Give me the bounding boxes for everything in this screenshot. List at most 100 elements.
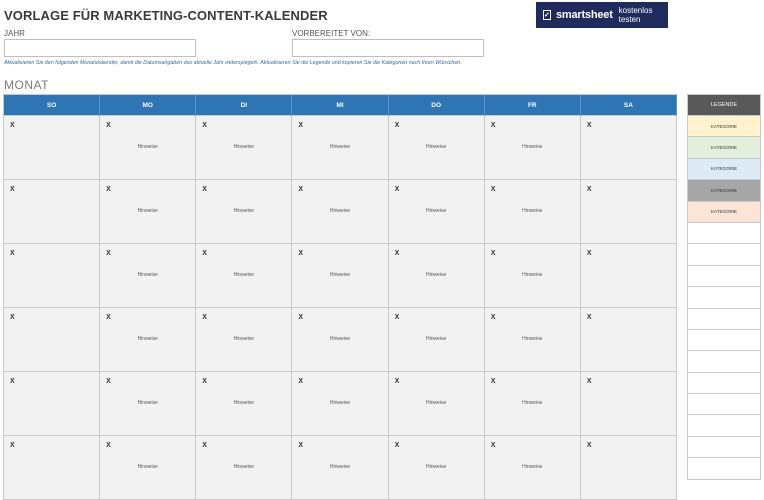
date-placeholder: X [106,378,111,385]
calendar-day-cell[interactable]: X Hinweise [100,372,197,436]
date-placeholder: X [490,250,496,257]
notes-label: Hinweise [522,336,543,342]
date-placeholder: X [10,122,15,129]
date-placeholder: X [586,122,592,129]
legend-category-item[interactable]: KATEGORIE [688,158,761,181]
calendar-day-cell[interactable]: X Hinweise [292,436,389,500]
calendar-week-row: X X Hinweise X Hinweise X Hinweise X Hinweise X Hi… [4,372,677,436]
notes-label: Hinweise [137,144,158,150]
date-placeholder: X [394,442,400,449]
calendar-day-cell[interactable]: X [4,436,101,500]
legend-empty-item[interactable] [688,222,761,245]
notes-label: Hinweise [522,400,543,406]
prepared-by-input[interactable] [292,39,484,57]
date-placeholder: X [490,378,496,385]
legend-empty-item[interactable] [688,308,761,330]
calendar-week-row: X X Hinweise X Hinweise X Hinweise X Hinweise X Hi… [4,244,677,308]
calendar-day-cell[interactable]: X Hinweise [292,308,389,372]
calendar-day-cell[interactable]: X Hinweise [484,116,581,180]
notes-label: Hinweise [522,208,543,214]
calendar-day-cell[interactable]: X Hinweise [196,372,293,436]
calendar-day-cell[interactable]: X Hinweise [292,372,389,436]
notes-label: Hinweise [233,272,254,278]
calendar-day-cell[interactable]: X Hinweise [484,244,581,308]
calendar-day-cell[interactable]: X Hinweise [292,116,389,180]
calendar-day-cell[interactable]: X [4,180,101,244]
notes-label: Hinweise [137,400,158,406]
legend-category-item[interactable]: KATEGORIE [688,201,761,223]
notes-label: Hinweise [233,336,254,342]
legend-empty-item[interactable] [688,372,761,395]
legend-empty-item[interactable] [688,458,761,480]
date-placeholder: X [298,186,304,193]
calendar-day-cell[interactable]: X Hinweise [196,436,293,500]
legend-empty-item[interactable] [688,329,761,352]
calendar-day-cell[interactable]: X Hinweise [100,116,197,180]
calendar-day-cell[interactable]: X [4,372,101,436]
calendar-day-cell[interactable]: X Hinweise [292,180,389,244]
calendar-grid: SO MO DI MI DO FR SA X X Hinweise X Hinweise X Hinwe… [3,94,677,500]
year-input[interactable] [4,39,196,57]
legend-empty-item[interactable] [688,436,761,459]
calendar-day-cell[interactable]: X [580,180,677,244]
notes-label: Hinweise [329,272,351,278]
legend-empty-item[interactable] [688,415,761,437]
calendar-day-cell[interactable]: X [4,308,101,372]
legend-empty-item[interactable] [688,394,761,416]
legend-title: LEGENDE [688,95,761,116]
notes-label: Hinweise [137,208,158,214]
legend-empty-item[interactable] [688,244,761,266]
calendar-day-cell[interactable]: X Hinweise [388,116,485,180]
prepared-by-label: VORBEREITET VON: [292,29,371,38]
calendar-day-cell[interactable]: X Hinweise [100,180,197,244]
legend-category-item[interactable]: KATEGORIE [688,137,761,159]
calendar-day-cell[interactable]: X [580,244,677,308]
date-placeholder: X [10,378,15,385]
date-placeholder: X [106,314,111,321]
calendar-day-cell[interactable]: X Hinweise [388,308,485,372]
notes-label: Hinweise [425,208,447,214]
calendar-day-cell[interactable]: X Hinweise [484,436,581,500]
day-header-do: DO [388,95,485,116]
calendar-week-row: X X Hinweise X Hinweise X Hinweise X Hinweise X Hi… [4,116,677,180]
calendar-day-cell[interactable]: X Hinweise [484,180,581,244]
calendar-day-cell[interactable]: X Hinweise [484,372,581,436]
calendar-day-cell[interactable]: X Hinweise [100,244,197,308]
notes-label: Hinweise [233,400,254,406]
instructions-text: Aktualisieren Sie den folgenden Monatska… [4,60,462,66]
calendar-day-cell[interactable]: X Hinweise [388,436,485,500]
calendar-day-cell[interactable]: X Hinweise [196,308,293,372]
calendar-day-cell[interactable]: X Hinweise [292,244,389,308]
calendar-day-cell[interactable]: X [4,116,101,180]
calendar-day-cell[interactable]: X Hinweise [100,436,197,500]
calendar-day-cell[interactable]: X [580,436,677,500]
legend-empty-item[interactable] [688,287,761,309]
date-placeholder: X [202,378,207,385]
legend-category-item[interactable]: KATEGORIE [688,116,761,138]
year-label: JAHR [4,29,25,38]
calendar-day-cell[interactable]: X Hinweise [196,244,293,308]
calendar-day-cell[interactable]: X Hinweise [196,116,293,180]
calendar-day-cell[interactable]: X [580,308,677,372]
date-placeholder: X [490,314,496,321]
date-placeholder: X [394,186,400,193]
date-placeholder: X [586,378,592,385]
calendar-day-cell[interactable]: X Hinweise [388,244,485,308]
calendar-day-cell[interactable]: X [4,244,101,308]
calendar-day-cell[interactable]: X [580,372,677,436]
smartsheet-trial-banner[interactable]: ✓ smartsheet kostenlos testen [536,2,668,28]
date-placeholder: X [298,250,304,257]
calendar-day-cell[interactable]: X Hinweise [388,372,485,436]
calendar-day-cell[interactable]: X [580,116,677,180]
notes-label: Hinweise [137,464,158,470]
calendar-day-cell[interactable]: X Hinweise [196,180,293,244]
calendar-day-cell[interactable]: X Hinweise [388,180,485,244]
notes-label: Hinweise [329,336,351,342]
calendar-day-cell[interactable]: X Hinweise [484,308,581,372]
date-placeholder: X [298,122,304,129]
calendar-week-row: X X Hinweise X Hinweise X Hinweise X Hinweise X Hi… [4,180,677,244]
calendar-day-cell[interactable]: X Hinweise [100,308,197,372]
legend-empty-item[interactable] [688,265,761,288]
legend-empty-item[interactable] [688,351,761,373]
legend-category-item[interactable]: KATEGORIE [688,180,761,202]
